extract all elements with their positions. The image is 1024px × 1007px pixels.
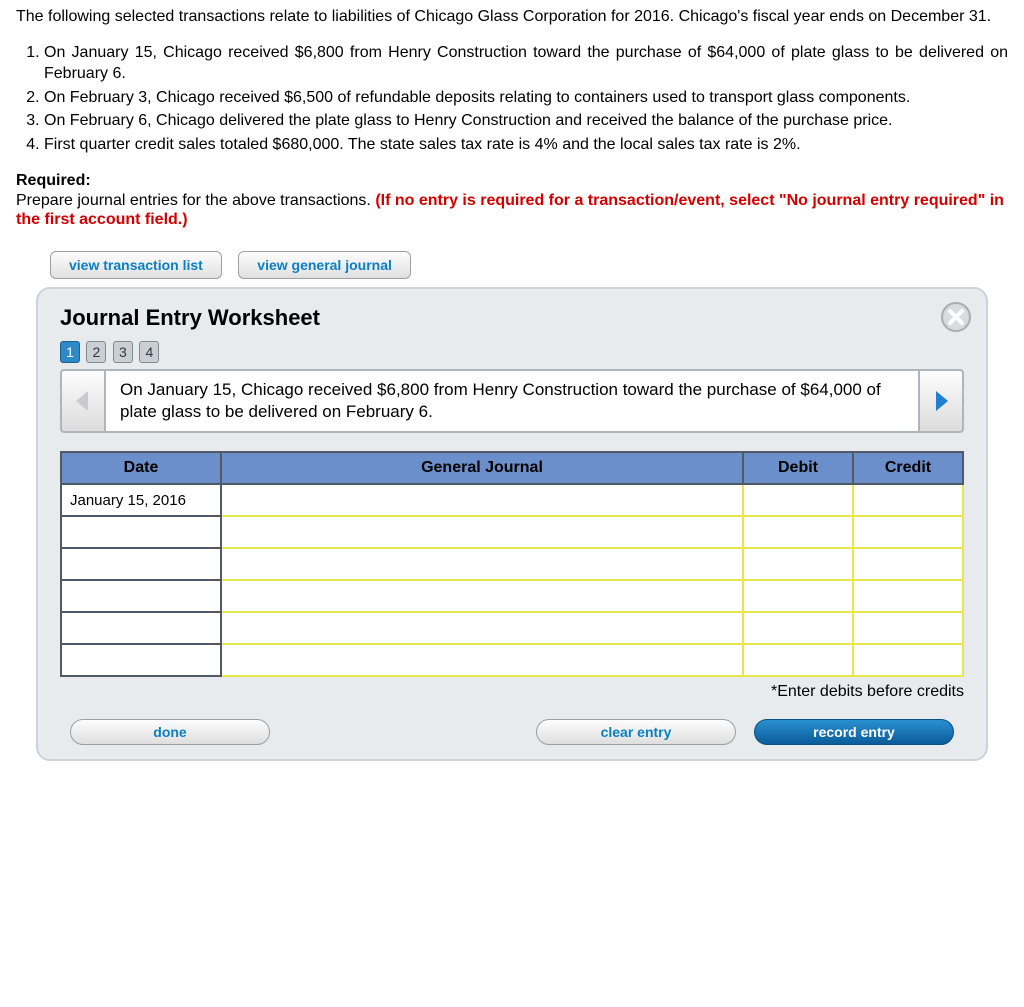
step-navigator: 1 2 3 4	[60, 341, 964, 363]
debit-input[interactable]	[743, 516, 853, 548]
close-icon[interactable]	[940, 301, 972, 333]
record-entry-button[interactable]: record entry	[754, 719, 954, 745]
prev-arrow-button[interactable]	[60, 369, 106, 433]
credit-input[interactable]	[853, 484, 963, 516]
list-item: On February 6, Chicago delivered the pla…	[44, 110, 1008, 132]
debit-input[interactable]	[743, 612, 853, 644]
transaction-prompt: On January 15, Chicago received $6,800 f…	[106, 369, 918, 433]
list-item: First quarter credit sales totaled $680,…	[44, 134, 1008, 156]
header-debit: Debit	[743, 452, 853, 484]
table-row	[61, 612, 963, 644]
journal-table: Date General Journal Debit Credit Januar…	[60, 451, 964, 677]
date-cell	[61, 516, 221, 548]
general-journal-input[interactable]	[221, 644, 743, 676]
list-item: On February 3, Chicago received $6,500 o…	[44, 87, 1008, 109]
view-buttons-row: view transaction list view general journ…	[50, 251, 1008, 279]
general-journal-input[interactable]	[221, 484, 743, 516]
transaction-list: On January 15, Chicago received $6,800 f…	[16, 42, 1008, 156]
table-row	[61, 548, 963, 580]
chevron-left-icon	[74, 389, 92, 413]
date-cell	[61, 644, 221, 676]
debit-input[interactable]	[743, 644, 853, 676]
header-date: Date	[61, 452, 221, 484]
action-row: done clear entry record entry	[60, 719, 964, 745]
header-general-journal: General Journal	[221, 452, 743, 484]
list-item: On January 15, Chicago received $6,800 f…	[44, 42, 1008, 85]
worksheet-title: Journal Entry Worksheet	[60, 305, 964, 331]
table-row: January 15, 2016	[61, 484, 963, 516]
credit-input[interactable]	[853, 580, 963, 612]
step-4-button[interactable]: 4	[139, 341, 159, 363]
credit-input[interactable]	[853, 516, 963, 548]
general-journal-input[interactable]	[221, 612, 743, 644]
general-journal-input[interactable]	[221, 580, 743, 612]
step-3-button[interactable]: 3	[113, 341, 133, 363]
prompt-navigator: On January 15, Chicago received $6,800 f…	[60, 369, 964, 433]
worksheet-panel: Journal Entry Worksheet 1 2 3 4 On Janua…	[36, 287, 988, 761]
debit-input[interactable]	[743, 580, 853, 612]
general-journal-input[interactable]	[221, 548, 743, 580]
step-2-button[interactable]: 2	[86, 341, 106, 363]
required-label: Required:	[16, 172, 91, 189]
required-block: Required: Prepare journal entries for th…	[16, 172, 1008, 230]
table-body: January 15, 2016	[61, 484, 963, 676]
table-header-row: Date General Journal Debit Credit	[61, 452, 963, 484]
credit-input[interactable]	[853, 548, 963, 580]
credit-input[interactable]	[853, 644, 963, 676]
debit-input[interactable]	[743, 484, 853, 516]
view-general-journal-button[interactable]: view general journal	[238, 251, 411, 279]
debit-input[interactable]	[743, 548, 853, 580]
credit-input[interactable]	[853, 612, 963, 644]
page: The following selected transactions rela…	[0, 0, 1024, 777]
date-cell	[61, 548, 221, 580]
table-row	[61, 580, 963, 612]
clear-entry-button[interactable]: clear entry	[536, 719, 736, 745]
header-credit: Credit	[853, 452, 963, 484]
view-transaction-list-button[interactable]: view transaction list	[50, 251, 222, 279]
table-row	[61, 644, 963, 676]
chevron-right-icon	[932, 389, 950, 413]
table-footnote: *Enter debits before credits	[60, 683, 964, 701]
date-cell: January 15, 2016	[61, 484, 221, 516]
table-row	[61, 516, 963, 548]
required-text: Prepare journal entries for the above tr…	[16, 192, 375, 209]
step-1-button[interactable]: 1	[60, 341, 80, 363]
general-journal-input[interactable]	[221, 516, 743, 548]
date-cell	[61, 612, 221, 644]
next-arrow-button[interactable]	[918, 369, 964, 433]
date-cell	[61, 580, 221, 612]
intro-text: The following selected transactions rela…	[16, 6, 1008, 28]
done-button[interactable]: done	[70, 719, 270, 745]
